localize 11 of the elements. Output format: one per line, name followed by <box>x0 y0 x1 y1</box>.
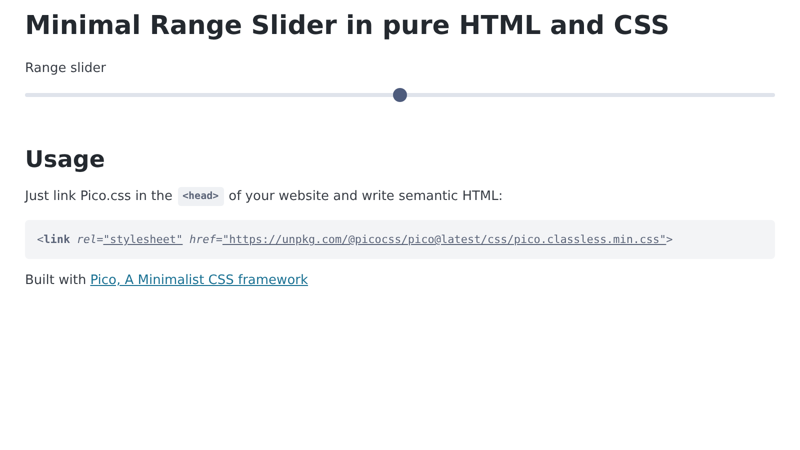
section-heading: Usage <box>25 147 106 173</box>
range-slider[interactable] <box>25 88 775 102</box>
slider-label: Range slider <box>25 61 106 76</box>
intro-text: of your website and write semantic HTML: <box>228 189 503 204</box>
code-block: <link rel="stylesheet" href="https://unpkg.com/@picocss/pico@latest/css/pico.classless.min.css"> <box>25 220 775 259</box>
page-title: Minimal Range Slider in pure HTML and CSS <box>25 11 671 41</box>
framework-link[interactable]: Pico, A Minimalist CSS framework <box>90 273 308 288</box>
slider-thumb[interactable] <box>393 88 407 102</box>
inline-code: <head> <box>178 187 224 206</box>
intro-text: Just link Pico.css in the <box>25 189 173 204</box>
footer-text: Built with <box>25 273 86 288</box>
